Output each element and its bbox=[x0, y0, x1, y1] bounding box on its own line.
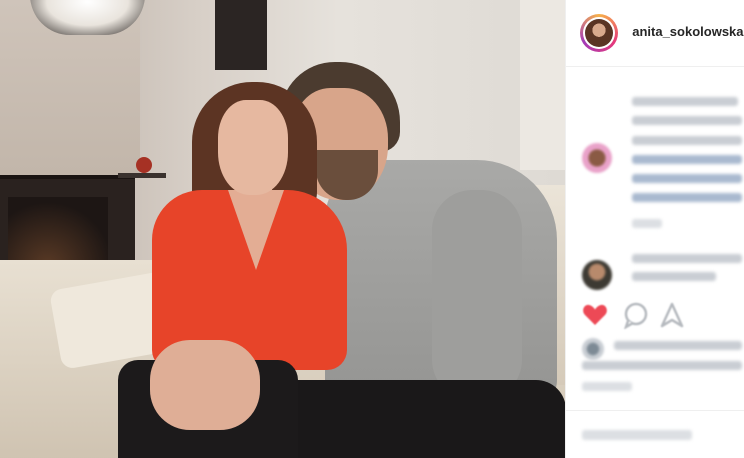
caption-hashtags[interactable] bbox=[632, 174, 743, 183]
background-shelf bbox=[118, 173, 166, 178]
background-ornament bbox=[136, 157, 152, 173]
caption-hashtags[interactable] bbox=[632, 193, 743, 202]
likes-line bbox=[582, 361, 743, 370]
add-comment-field[interactable] bbox=[582, 430, 693, 440]
background-pillar-right bbox=[520, 0, 566, 170]
profile-avatar[interactable] bbox=[580, 14, 619, 52]
caption-hashtags[interactable] bbox=[632, 155, 743, 164]
commenter-avatar[interactable] bbox=[582, 260, 613, 290]
comment-line bbox=[632, 272, 717, 281]
caption-line bbox=[632, 136, 743, 145]
share-icon[interactable] bbox=[658, 301, 686, 329]
comment-icon[interactable] bbox=[622, 301, 650, 329]
comment-line bbox=[632, 254, 743, 263]
background-pillar bbox=[215, 0, 267, 70]
avatar-image bbox=[585, 19, 614, 47]
post-side-panel: anita_sokolowska bbox=[565, 0, 744, 458]
woman-hands bbox=[150, 340, 260, 430]
post-date bbox=[582, 382, 633, 391]
heart-icon[interactable] bbox=[582, 303, 608, 327]
woman-face bbox=[218, 100, 288, 195]
man-arm bbox=[432, 190, 522, 400]
instagram-post: anita_sokolowska bbox=[0, 0, 744, 458]
divider bbox=[566, 410, 744, 411]
post-photo[interactable] bbox=[0, 0, 566, 458]
caption-line bbox=[632, 97, 739, 106]
woman-neckline bbox=[228, 190, 284, 270]
caption-author-avatar[interactable] bbox=[582, 143, 613, 173]
username-link[interactable]: anita_sokolowska bbox=[632, 24, 743, 39]
liker-avatar[interactable] bbox=[582, 338, 605, 360]
post-header: anita_sokolowska bbox=[566, 0, 744, 67]
caption-timestamp bbox=[632, 219, 663, 228]
caption-line bbox=[632, 116, 743, 125]
avatar-border bbox=[583, 17, 616, 49]
likes-line bbox=[614, 341, 743, 350]
